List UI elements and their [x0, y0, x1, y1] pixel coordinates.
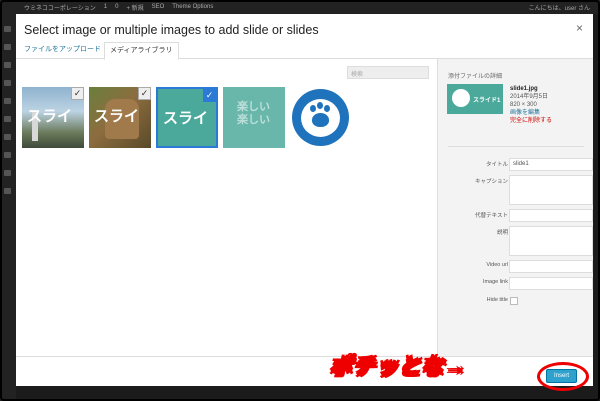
paw-toe [310, 105, 316, 112]
paw-toe [317, 102, 323, 109]
image-link-label: Image link [482, 279, 508, 285]
tab-upload-files[interactable]: ファイルをアップロード [19, 42, 106, 59]
details-thumbnail: スライド1 [447, 84, 503, 114]
video-url-field[interactable] [509, 260, 593, 273]
users-icon[interactable] [4, 152, 11, 158]
alt-text-label: 代替テキスト [475, 213, 508, 219]
modal-title: Select image or multiple images to add s… [24, 23, 319, 37]
tools-icon[interactable] [4, 170, 11, 176]
details-heading: 添付ファイルの詳細 [448, 74, 503, 80]
admin-bar-item-theme-options[interactable]: Theme Options [172, 4, 213, 10]
dashboard-icon[interactable] [4, 26, 11, 32]
upload-date: 2014年9月5日 [510, 94, 549, 100]
attachment-thumbnail[interactable]: 楽しい 楽しい [223, 87, 285, 148]
attachment-thumbnail[interactable]: スライ ✓ [89, 87, 151, 148]
annotation-text: ポチッとな→ [329, 353, 468, 380]
attachment-thumbnail[interactable]: スライ ✓ [22, 87, 84, 148]
admin-bar-item-site[interactable]: ウミネココーポレーション [24, 3, 96, 12]
thumbnail-caption: スライ [94, 108, 140, 125]
admin-sidebar [0, 14, 16, 401]
image-link-field[interactable] [509, 277, 593, 290]
admin-bar-item-new[interactable]: + 新規 [126, 3, 143, 12]
modal-tabs: ファイルをアップロード メディアライブラリ [16, 42, 593, 60]
admin-bar: ウミネココーポレーション 1 0 + 新規 SEO Theme Options … [0, 0, 600, 14]
hide-title-label: Hide title [486, 297, 508, 303]
comments-icon[interactable] [4, 98, 11, 104]
pages-icon[interactable] [4, 80, 11, 86]
details-thumbnail-text: スライド1 [473, 98, 501, 104]
divider [448, 146, 584, 147]
description-field[interactable] [509, 226, 593, 256]
checkmark-icon[interactable]: ✓ [138, 87, 151, 100]
title-field[interactable]: slide1 [509, 158, 593, 171]
close-icon[interactable]: × [576, 21, 583, 35]
settings-icon[interactable] [4, 188, 11, 194]
edit-image-link[interactable]: 画像を編集 [510, 109, 552, 117]
paw-logo-icon [452, 89, 470, 107]
attachment-details-panel: 添付ファイルの詳細 スライド1 slide1.jpg 2014年9月5日 820… [437, 59, 593, 356]
tab-media-library[interactable]: メディアライブラリ [104, 42, 179, 60]
thumbnail-caption: スライ [163, 110, 209, 127]
paw-pad [312, 113, 329, 127]
delete-permanently-link[interactable]: 完全に削除する [510, 117, 552, 125]
checkmark-icon[interactable]: ✓ [71, 87, 84, 100]
posts-icon[interactable] [4, 44, 11, 50]
attachment-thumbnail-selected[interactable]: スライ ✓ [156, 87, 218, 148]
description-label: 説明 [496, 230, 508, 236]
thumbnail-caption: スライ [27, 108, 73, 125]
hide-title-checkbox[interactable] [510, 297, 518, 305]
appearance-icon[interactable] [4, 116, 11, 122]
thumbnail-caption: 楽しい 楽しい [237, 101, 270, 126]
alt-text-field[interactable] [509, 209, 593, 222]
search-input[interactable]: 検索 [347, 66, 429, 79]
caption-label: キャプション [474, 179, 508, 185]
checkmark-icon[interactable]: ✓ [203, 89, 216, 102]
media-icon[interactable] [4, 62, 11, 68]
highlight-circle [537, 362, 589, 391]
admin-bar-item-comments[interactable]: 0 [115, 4, 118, 10]
plugins-icon[interactable] [4, 134, 11, 140]
admin-bar-item-updates[interactable]: 1 [104, 4, 107, 10]
title-label: タイトル [485, 162, 508, 168]
image-dimensions: 820 × 300 [510, 102, 537, 108]
caption-field[interactable] [509, 175, 593, 205]
modal-footer: Insert [16, 356, 593, 391]
media-modal: Select image or multiple images to add s… [16, 14, 593, 391]
attachment-thumbnail[interactable] [290, 87, 352, 148]
file-meta: slide1.jpg 2014年9月5日 820 × 300 画像を編集 完全に… [510, 85, 552, 125]
admin-bar-item-seo[interactable]: SEO [152, 4, 165, 10]
file-name: slide1.jpg [510, 86, 538, 92]
admin-bar-greeting[interactable]: こんにちは、user さん [529, 3, 600, 12]
video-url-label: Video url [486, 262, 508, 268]
paw-toe [324, 105, 330, 112]
